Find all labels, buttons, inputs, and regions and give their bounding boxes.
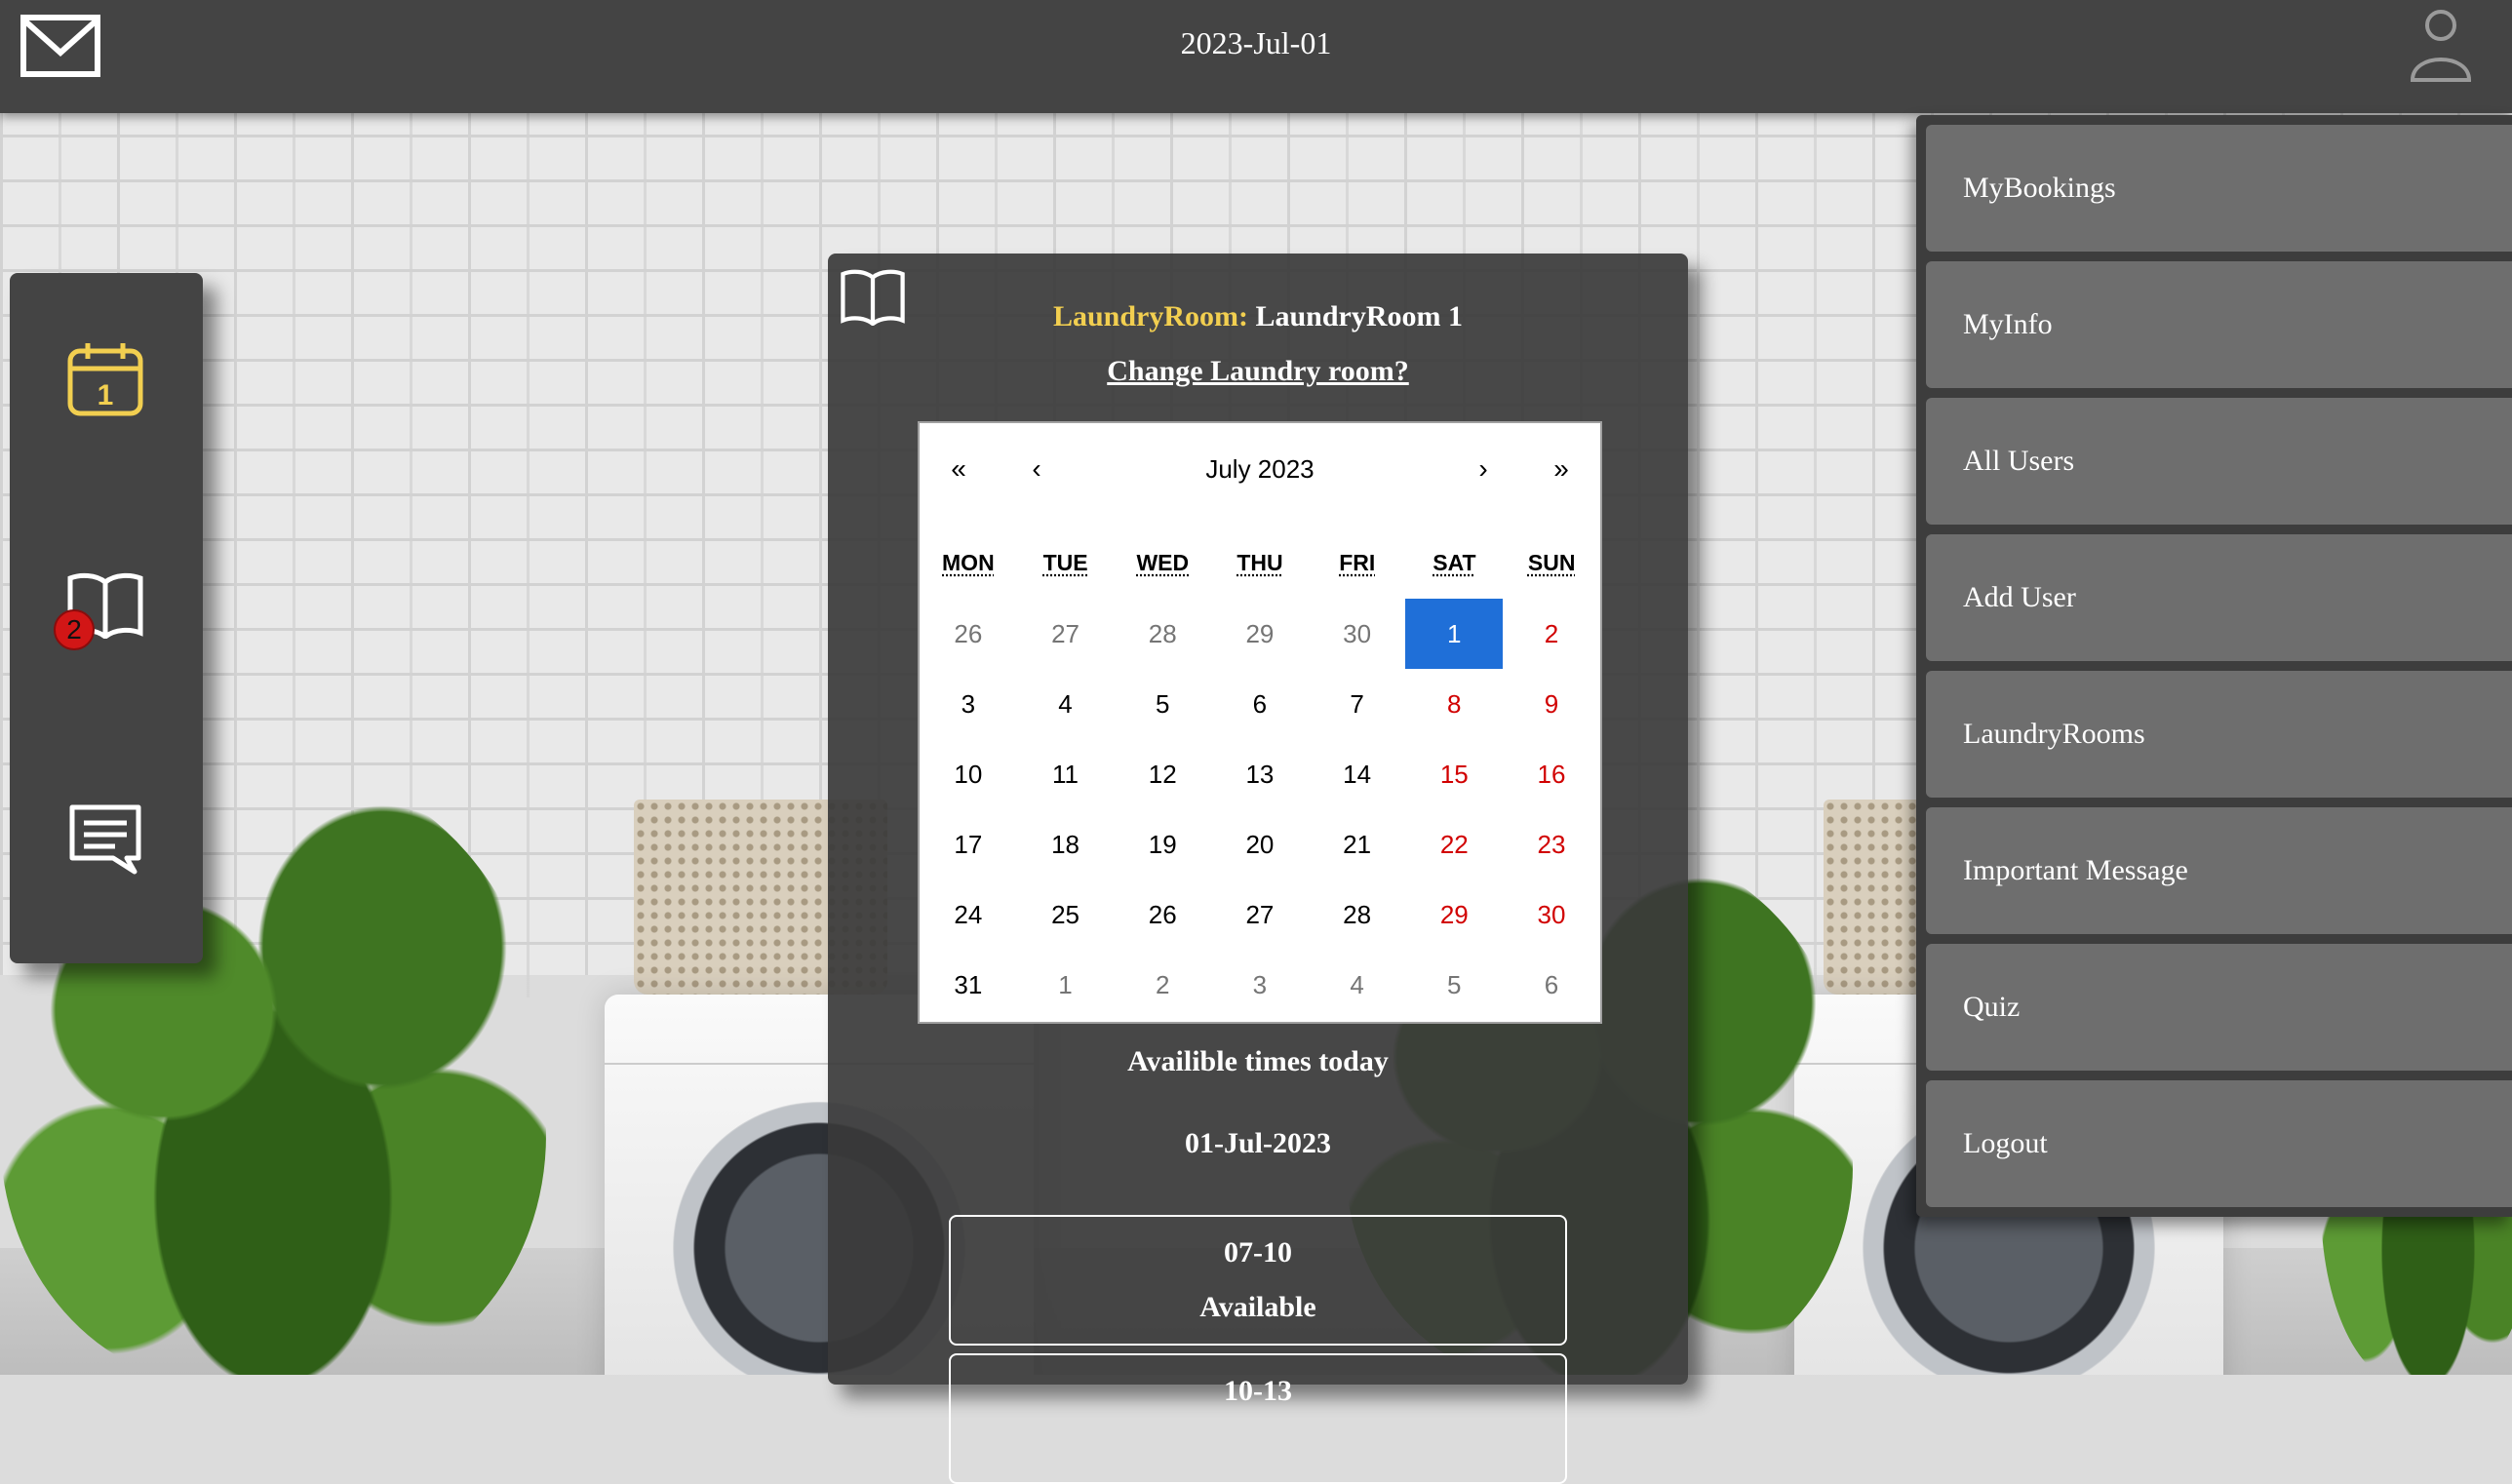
available-times-title: Availible times today [1127, 1045, 1389, 1077]
bookings-button[interactable] [10, 541, 203, 687]
menu-item-label: Logout [1963, 1127, 2048, 1159]
time-slot[interactable]: 10-13 [949, 1353, 1567, 1484]
next-month-button[interactable]: › [1444, 445, 1522, 493]
calendar-day[interactable]: 15 [1405, 739, 1503, 809]
calendar-day[interactable]: 20 [1211, 809, 1309, 879]
booking-card: LaundryRoom: LaundryRoom 1 Change Laundr… [828, 254, 1688, 1484]
calendar-icon: 1 [67, 343, 143, 416]
menu-item-label: Quiz [1963, 991, 2021, 1023]
menu-item-important-message[interactable]: Important Message [1926, 807, 2512, 934]
calendar-day[interactable]: 14 [1309, 739, 1406, 809]
calendar-day[interactable]: 3 [920, 669, 1017, 739]
user-dropdown-menu: MyBookings MyInfo All Users Add User Lau… [1916, 115, 2512, 1217]
calendar-day[interactable]: 27 [1017, 599, 1115, 669]
calendar-day[interactable]: 2 [1503, 599, 1600, 669]
calendar-day[interactable]: 16 [1503, 739, 1600, 809]
weekday-tue: TUE [1042, 550, 1088, 575]
prev-month-button[interactable]: ‹ [998, 445, 1076, 493]
menu-item-label: Add User [1963, 581, 2076, 613]
calendar-day-selected[interactable]: 1 [1405, 599, 1504, 669]
calendar-day[interactable]: 13 [1211, 739, 1309, 809]
calendar-icon-day: 1 [98, 379, 114, 411]
menu-item-label: MyInfo [1963, 308, 2053, 340]
calendar: « ‹ July 2023 › » MON TUE WED THU FRI SA… [918, 421, 1602, 1024]
calendar-day[interactable]: 12 [1114, 739, 1211, 809]
calendar-day[interactable]: 30 [1503, 879, 1600, 950]
weekday-mon: MON [942, 550, 995, 575]
available-times-date: 01-Jul-2023 [1185, 1127, 1331, 1159]
laundry-room-heading: LaundryRoom: LaundryRoom 1 [828, 300, 1688, 333]
calendar-day[interactable]: 30 [1309, 599, 1406, 669]
top-bar: 2023-Jul-01 [0, 0, 2512, 113]
calendar-day[interactable]: 21 [1309, 809, 1406, 879]
calendar-day[interactable]: 26 [920, 599, 1017, 669]
prev-year-button[interactable]: « [920, 445, 998, 493]
calendar-day[interactable]: 6 [1211, 669, 1309, 739]
menu-item-label: All Users [1963, 445, 2075, 477]
menu-item-label: LaundryRooms [1963, 718, 2145, 750]
user-profile-icon[interactable] [2409, 6, 2473, 84]
time-slot[interactable]: 07-10 Available [949, 1215, 1567, 1346]
time-slot-time: 07-10 [1224, 1236, 1292, 1269]
change-laundry-room-link[interactable]: Change Laundry room? [828, 355, 1688, 388]
weekday-fri: FRI [1339, 550, 1376, 575]
calendar-day[interactable]: 1 [1017, 950, 1115, 1020]
calendar-day[interactable]: 26 [1114, 879, 1211, 950]
menu-item-quiz[interactable]: Quiz [1926, 944, 2512, 1071]
calendar-day[interactable]: 5 [1405, 950, 1503, 1020]
weekday-header: MON TUE WED THU FRI SAT SUN [920, 550, 1600, 589]
calendar-day[interactable]: 9 [1503, 669, 1600, 739]
notification-badge: 2 [54, 609, 95, 650]
side-panel: 1 2 [10, 273, 203, 963]
calendar-day[interactable]: 6 [1503, 950, 1600, 1020]
calendar-day[interactable]: 2 [1114, 950, 1211, 1020]
current-date: 2023-Jul-01 [1180, 25, 1332, 60]
calendar-day[interactable]: 11 [1017, 739, 1115, 809]
calendar-day[interactable]: 29 [1405, 879, 1503, 950]
menu-item-all-users[interactable]: All Users [1926, 398, 2512, 525]
menu-item-label: Important Message [1963, 854, 2188, 886]
calendar-day[interactable]: 7 [1309, 669, 1406, 739]
calendar-days-grid: 26 27 28 29 30 1 2 3 4 5 6 7 8 9 10 11 12 13 14 15 16 17 18 19 2… [920, 599, 1600, 1020]
calendar-day[interactable]: 28 [1309, 879, 1406, 950]
weekday-wed: WED [1136, 550, 1190, 575]
menu-item-add-user[interactable]: Add User [1926, 534, 2512, 661]
weekday-sat: SAT [1433, 550, 1476, 575]
calendar-day[interactable]: 3 [1211, 950, 1309, 1020]
calendar-day[interactable]: 28 [1114, 599, 1211, 669]
messages-button[interactable] [10, 770, 203, 917]
laundry-room-name: LaundryRoom 1 [1255, 300, 1464, 332]
calendar-day[interactable]: 22 [1405, 809, 1503, 879]
calendar-day[interactable]: 10 [920, 739, 1017, 809]
calendar-day[interactable]: 18 [1017, 809, 1115, 879]
calendar-day[interactable]: 25 [1017, 879, 1115, 950]
calendar-day[interactable]: 8 [1405, 669, 1503, 739]
weekday-thu: THU [1236, 550, 1283, 575]
menu-item-label: MyBookings [1963, 172, 2116, 204]
menu-item-myinfo[interactable]: MyInfo [1926, 261, 2512, 388]
calendar-day[interactable]: 31 [920, 950, 1017, 1020]
calendar-day[interactable]: 17 [920, 809, 1017, 879]
time-slot-time: 10-13 [1224, 1375, 1292, 1407]
calendar-day[interactable]: 24 [920, 879, 1017, 950]
weekday-sun: SUN [1527, 550, 1576, 575]
message-icon [69, 804, 141, 875]
calendar-day[interactable]: 5 [1114, 669, 1211, 739]
calendar-day[interactable]: 4 [1017, 669, 1115, 739]
time-slot-status: Available [1199, 1291, 1316, 1323]
calendar-button[interactable]: 1 [10, 312, 203, 458]
calendar-day[interactable]: 19 [1114, 809, 1211, 879]
next-year-button[interactable]: » [1522, 445, 1600, 493]
calendar-day[interactable]: 29 [1211, 599, 1309, 669]
menu-item-laundryrooms[interactable]: LaundryRooms [1926, 671, 2512, 798]
menu-item-logout[interactable]: Logout [1926, 1080, 2512, 1207]
laundry-room-label: LaundryRoom: [1052, 300, 1248, 332]
calendar-day[interactable]: 4 [1309, 950, 1406, 1020]
calendar-month-label[interactable]: July 2023 [1076, 445, 1444, 493]
menu-item-mybookings[interactable]: MyBookings [1926, 125, 2512, 252]
calendar-day[interactable]: 23 [1503, 809, 1600, 879]
calendar-day[interactable]: 27 [1211, 879, 1309, 950]
